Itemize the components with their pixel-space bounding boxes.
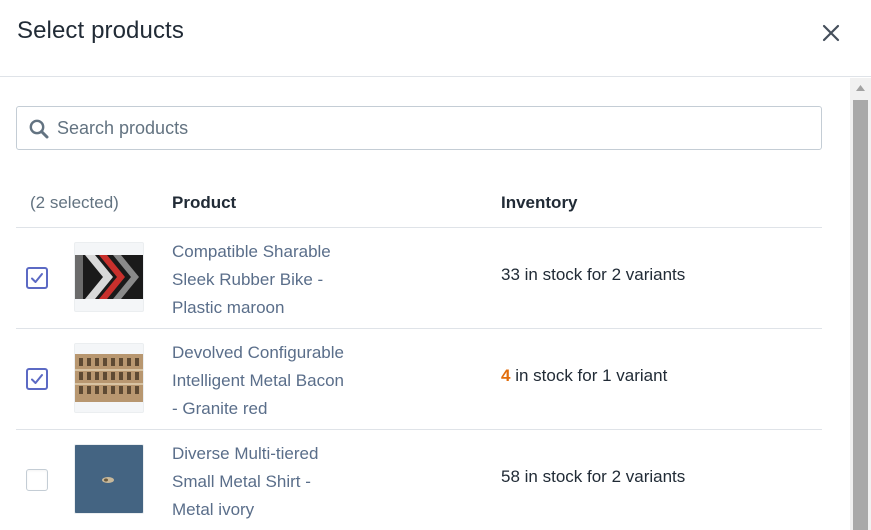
product-name-line: Plastic maroon bbox=[172, 298, 285, 317]
caret-up-icon bbox=[856, 85, 865, 91]
bike-image bbox=[75, 255, 143, 299]
inventory-count: 33 bbox=[501, 265, 520, 284]
inventory-status: 4 in stock for 1 variant bbox=[501, 366, 667, 386]
product-name-line: Compatible Sharable bbox=[172, 242, 331, 261]
inventory-text: in stock for 2 variants bbox=[519, 467, 686, 486]
product-name-line: Sleek Rubber Bike - bbox=[172, 270, 324, 289]
close-icon bbox=[822, 24, 840, 42]
scroll-up-button[interactable] bbox=[850, 78, 871, 98]
search-input[interactable] bbox=[57, 113, 807, 143]
checkmark-icon bbox=[31, 374, 43, 384]
product-name-line: Small Metal Shirt - bbox=[172, 472, 311, 491]
selected-count: (2 selected) bbox=[30, 193, 119, 212]
checkmark-icon bbox=[31, 273, 43, 283]
product-name-line: Diverse Multi-tiered bbox=[172, 444, 319, 463]
inventory-status: 58 in stock for 2 variants bbox=[501, 467, 685, 487]
modal-title: Select products bbox=[17, 17, 184, 44]
inventory-text: in stock for 1 variant bbox=[510, 366, 668, 385]
vertical-scrollbar[interactable] bbox=[850, 78, 871, 530]
product-thumbnail bbox=[74, 242, 144, 312]
scrollbar-thumb[interactable] bbox=[853, 100, 868, 530]
close-button[interactable] bbox=[816, 18, 846, 48]
product-name-link[interactable]: Devolved Configurable Intelligent Metal … bbox=[172, 339, 392, 423]
modal-body: (2 selected) Product Inventory Compatibl… bbox=[0, 78, 850, 530]
product-thumbnail bbox=[74, 343, 144, 413]
row-checkbox[interactable] bbox=[26, 368, 48, 390]
modal-header: Select products bbox=[0, 0, 871, 77]
table-row[interactable]: Diverse Multi-tiered Small Metal Shirt -… bbox=[16, 430, 822, 530]
table-header: (2 selected) Product Inventory bbox=[16, 183, 822, 228]
product-name-link[interactable]: Diverse Multi-tiered Small Metal Shirt -… bbox=[172, 440, 392, 524]
inventory-status: 33 in stock for 2 variants bbox=[501, 265, 685, 285]
inventory-text: in stock for 2 variants bbox=[519, 265, 686, 284]
product-name-link[interactable]: Compatible Sharable Sleek Rubber Bike - … bbox=[172, 238, 392, 322]
search-box[interactable] bbox=[16, 106, 822, 150]
shirt-image bbox=[75, 445, 143, 513]
table-row[interactable]: Compatible Sharable Sleek Rubber Bike - … bbox=[16, 228, 822, 329]
table-row[interactable]: Devolved Configurable Intelligent Metal … bbox=[16, 329, 822, 430]
column-header-inventory: Inventory bbox=[501, 193, 578, 212]
row-checkbox[interactable] bbox=[26, 469, 48, 491]
building-image bbox=[75, 344, 143, 412]
inventory-count: 58 bbox=[501, 467, 520, 486]
product-name-line: Metal ivory bbox=[172, 500, 255, 519]
product-name-line: Devolved Configurable bbox=[172, 343, 344, 362]
column-header-product: Product bbox=[172, 193, 237, 212]
product-name-line: Intelligent Metal Bacon bbox=[172, 371, 344, 390]
search-icon bbox=[29, 119, 49, 139]
product-name-line: - Granite red bbox=[172, 399, 268, 418]
product-thumbnail bbox=[74, 444, 144, 514]
row-checkbox[interactable] bbox=[26, 267, 48, 289]
